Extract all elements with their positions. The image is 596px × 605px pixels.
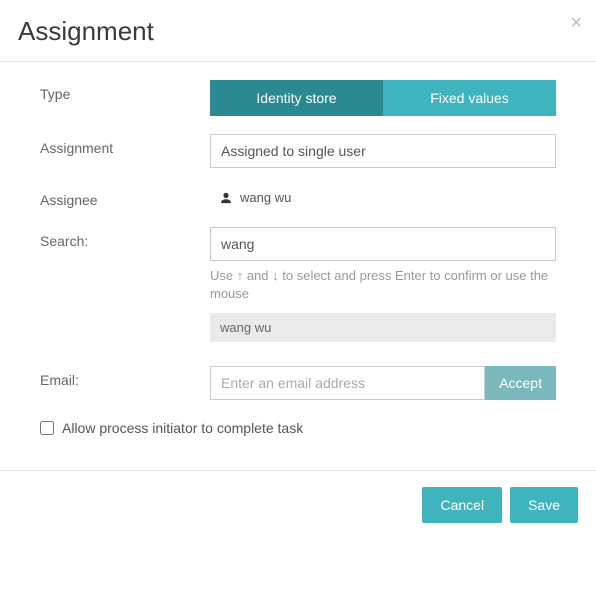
allow-initiator-label: Allow process initiator to complete task: [62, 420, 303, 436]
assignee-display: wang wu: [210, 186, 556, 209]
tab-fixed-values[interactable]: Fixed values: [383, 80, 556, 116]
close-button[interactable]: ×: [570, 12, 582, 35]
assignee-label: Assignee: [40, 186, 210, 208]
cancel-button[interactable]: Cancel: [422, 487, 502, 523]
modal-title: Assignment: [18, 16, 578, 47]
email-label: Email:: [40, 366, 210, 388]
tab-identity-store[interactable]: Identity store: [210, 80, 383, 116]
type-label: Type: [40, 80, 210, 102]
person-icon: [220, 192, 232, 204]
assignment-select[interactable]: Assigned to single user: [210, 134, 556, 168]
search-label: Search:: [40, 227, 210, 249]
allow-initiator-checkbox[interactable]: [40, 421, 54, 435]
assignment-label: Assignment: [40, 134, 210, 156]
assignee-name: wang wu: [240, 190, 291, 205]
accept-button[interactable]: Accept: [485, 366, 556, 400]
search-hint: Use ↑ and ↓ to select and press Enter to…: [210, 267, 556, 303]
search-input[interactable]: [210, 227, 556, 261]
email-input[interactable]: [210, 366, 485, 400]
save-button[interactable]: Save: [510, 487, 578, 523]
close-icon: ×: [570, 12, 582, 34]
search-result-item[interactable]: wang wu: [210, 313, 556, 342]
